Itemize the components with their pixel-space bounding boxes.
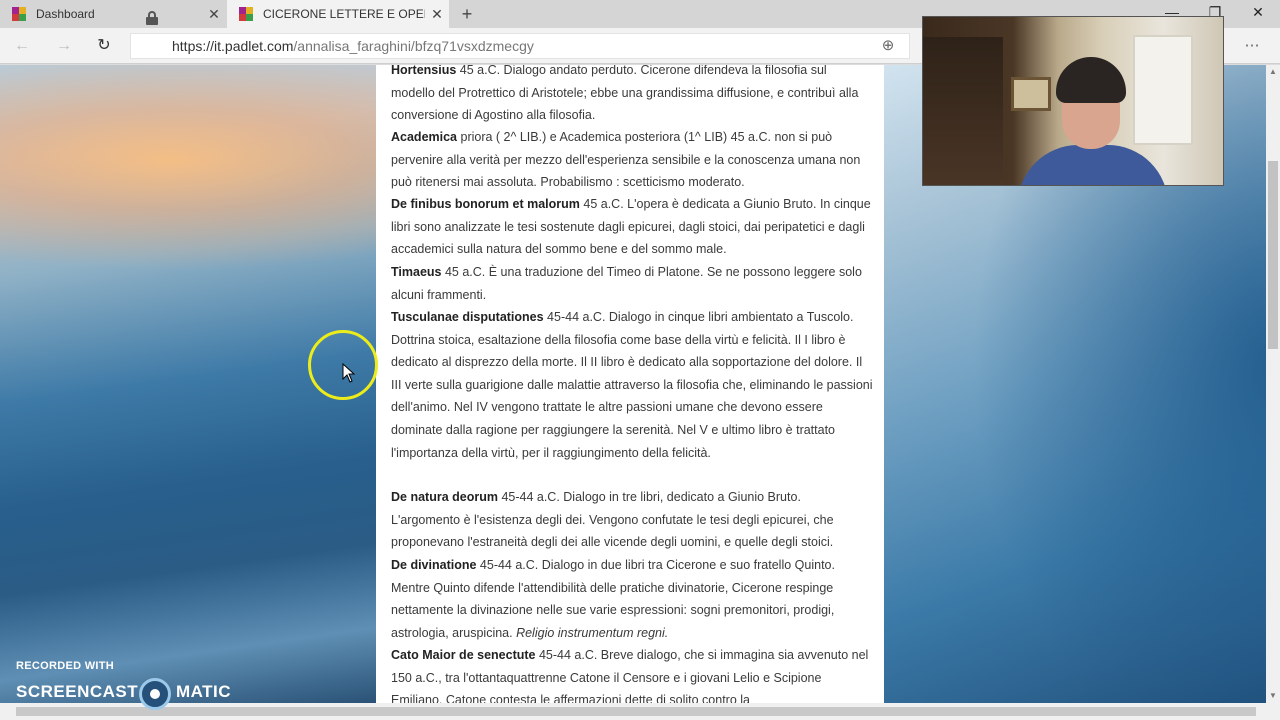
watermark-matic: MATIC <box>176 682 232 701</box>
tab-close-icon[interactable]: ✕ <box>202 6 226 23</box>
webcam-overlay <box>922 16 1224 186</box>
scroll-down-icon[interactable]: ▼ <box>1266 689 1280 703</box>
padlet-post-card: Hortensius 45 a.C. Dialogo andato perdut… <box>376 65 884 720</box>
vertical-scrollbar[interactable]: ▲ ▼ <box>1266 65 1280 703</box>
work-description: 45 a.C. È una traduzione del Timeo di Pl… <box>391 265 862 302</box>
work-title: De natura deorum <box>391 490 498 504</box>
webcam-bookshelf <box>923 37 1003 185</box>
reading-view-icon[interactable]: ⊕ <box>876 35 900 57</box>
work-title: Hortensius <box>391 65 457 77</box>
paragraph-cato-maior: Cato Maior de senectute 45-44 a.C. Breve… <box>391 644 873 712</box>
work-title: De divinatione <box>391 558 477 572</box>
tab-dashboard[interactable]: Dashboard ✕ <box>0 0 226 28</box>
refresh-button[interactable]: ↻ <box>90 34 118 58</box>
tab-cicerone[interactable]: CICERONE LETTERE E OPERE FIL ✕ <box>227 0 449 28</box>
tab-close-icon[interactable]: ✕ <box>425 6 449 23</box>
watermark-recorded-with: RECORDED WITH <box>16 660 115 672</box>
paragraph-hortensius: Hortensius 45 a.C. Dialogo andato perdut… <box>391 65 873 127</box>
paragraph-timaeus: Timaeus 45 a.C. È una traduzione del Tim… <box>391 261 873 306</box>
watermark-screencast: SCREENCAST <box>16 682 139 701</box>
work-title: Timaeus <box>391 265 442 279</box>
work-description: priora ( 2^ LIB.) e Academica posteriora… <box>391 130 861 190</box>
forward-button[interactable]: → <box>50 34 78 58</box>
paragraph-academica: Academica priora ( 2^ LIB.) e Academica … <box>391 126 873 194</box>
work-description: 45 a.C. Dialogo andato perduto. Cicerone… <box>391 65 859 123</box>
work-title: Tusculanae disputationes <box>391 310 544 324</box>
screencast-watermark: RECORDED WITH SCREENCAST MATIC <box>16 660 231 710</box>
padlet-favicon-icon <box>239 7 253 21</box>
paragraph-tusculanae: Tusculanae disputationes 45-44 a.C. Dial… <box>391 306 873 464</box>
work-quote: Religio instrumentum regni. <box>516 625 669 640</box>
more-menu-icon[interactable]: ⋯ <box>1240 35 1264 57</box>
paragraph-de-divinatione: De divinatione 45-44 a.C. Dialogo in due… <box>391 554 873 644</box>
work-title: De finibus bonorum et malorum <box>391 197 580 211</box>
paragraph-de-natura-deorum: De natura deorum 45-44 a.C. Dialogo in t… <box>391 486 873 554</box>
url-text[interactable]: https://it.padlet.com/annalisa_faraghini… <box>172 38 534 54</box>
background-left <box>0 65 376 720</box>
mouse-cursor-icon <box>342 363 356 383</box>
padlet-favicon-icon <box>12 7 26 21</box>
screencast-logo-icon <box>139 678 171 710</box>
window-close-button[interactable]: ✕ <box>1236 0 1280 28</box>
work-description: 45-44 a.C. Dialogo in cinque libri ambie… <box>391 310 873 460</box>
work-title: Cato Maior de senectute <box>391 648 536 662</box>
tab-title: CICERONE LETTERE E OPERE FIL <box>263 7 425 21</box>
lock-icon <box>146 11 158 25</box>
horizontal-scroll-thumb[interactable] <box>16 707 1256 716</box>
tab-title: Dashboard <box>36 7 95 21</box>
paragraph-de-finibus: De finibus bonorum et malorum 45 a.C. L'… <box>391 193 873 261</box>
work-title: Academica <box>391 130 458 144</box>
url-host: https://it.padlet.com <box>172 38 294 54</box>
webcam-presenter <box>1018 57 1168 185</box>
new-tab-button[interactable]: + <box>456 3 478 25</box>
scroll-thumb[interactable] <box>1268 161 1278 349</box>
scroll-up-icon[interactable]: ▲ <box>1266 65 1280 79</box>
url-path: /annalisa_faraghini/bfzq71vsxdzmecgy <box>293 38 534 54</box>
back-button[interactable]: ← <box>8 34 36 58</box>
